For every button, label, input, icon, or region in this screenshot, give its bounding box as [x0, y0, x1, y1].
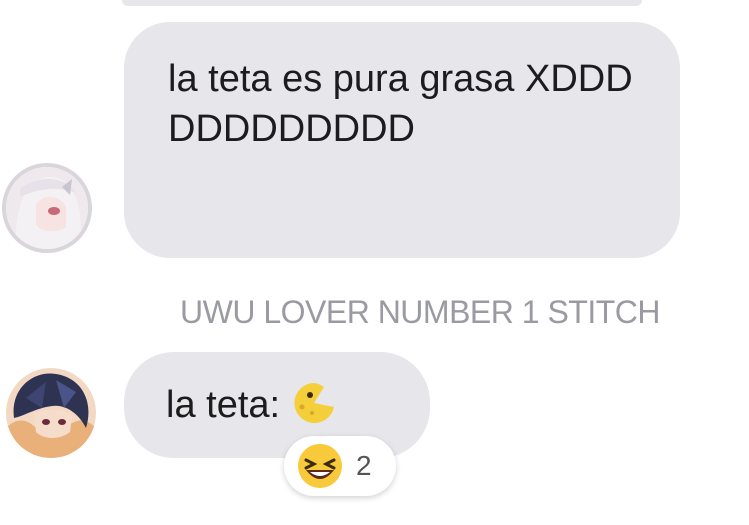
sender-name: UWU LOVER NUMBER 1 STITCH	[180, 294, 660, 330]
anime-girl-avatar-icon	[6, 167, 88, 249]
sender-avatar[interactable]	[6, 368, 96, 458]
anime-boy-avatar-icon	[6, 368, 96, 458]
sender-avatar[interactable]	[2, 163, 92, 253]
previous-message-bubble-edge	[122, 0, 642, 6]
message-bubble[interactable]: la teta es pura grasa XDDDDDDDDDDDD	[124, 22, 680, 258]
pacman-moon-emoji-icon	[294, 382, 335, 423]
message-reaction[interactable]: 2	[284, 436, 396, 496]
reaction-count: 2	[356, 450, 372, 481]
laughing-face-icon	[298, 444, 342, 488]
message-text: la teta:	[166, 384, 281, 426]
message-text: la teta es pura grasa XDDDDDDDDDDDD	[168, 58, 633, 150]
